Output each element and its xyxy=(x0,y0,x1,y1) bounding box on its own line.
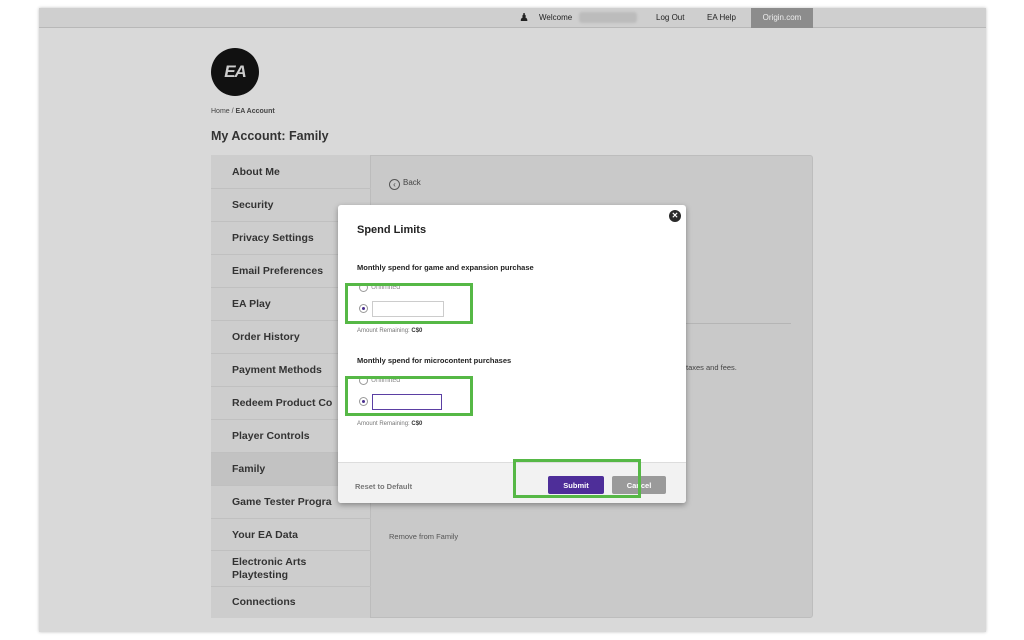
sidebar-item-electronic-arts-playtesting[interactable]: Electronic Arts Playtesting xyxy=(211,551,371,587)
welcome-text: Welcome xyxy=(539,13,573,22)
cancel-button[interactable]: Cancel xyxy=(612,476,666,494)
back-link[interactable]: ‹ Back xyxy=(389,178,421,190)
log-out-link[interactable]: Log Out xyxy=(656,13,684,22)
spend-limits-modal: ✕ Spend Limits Monthly spend for game an… xyxy=(338,205,686,503)
microcontent-custom-radio[interactable] xyxy=(359,397,368,406)
game-unlimited-label: Unlimited xyxy=(371,284,401,291)
sidebar-item-about-me[interactable]: About Me xyxy=(211,155,371,189)
divider xyxy=(679,323,791,324)
submit-button[interactable]: Submit xyxy=(548,476,604,494)
back-label: Back xyxy=(403,178,421,187)
microcontent-remaining-value: C$0 xyxy=(411,421,423,427)
origin-link[interactable]: Origin.com xyxy=(751,8,813,28)
game-custom-radio[interactable] xyxy=(359,304,368,313)
sidebar-item-connections[interactable]: Connections xyxy=(211,587,371,618)
game-remaining-value: C$0 xyxy=(411,328,423,334)
sidebar-item-your-ea-data[interactable]: Your EA Data xyxy=(211,519,371,551)
reset-to-default-link[interactable]: Reset to Default xyxy=(355,482,412,491)
modal-title: Spend Limits xyxy=(357,224,427,236)
close-icon[interactable]: ✕ xyxy=(669,210,681,222)
game-spend-input[interactable] xyxy=(372,301,444,317)
blurred-username xyxy=(579,12,637,23)
breadcrumb: Home / EA Account xyxy=(211,108,275,115)
top-navigation-bar: ♟ Welcome Log Out EA Help Origin.com xyxy=(39,8,986,28)
game-amount-remaining: Amount Remaining: C$0 xyxy=(357,328,422,334)
game-spend-label: Monthly spend for game and expansion pur… xyxy=(357,263,534,272)
microcontent-unlimited-label: Unlimited xyxy=(371,377,401,384)
chevron-left-icon: ‹ xyxy=(389,179,400,190)
microcontent-remaining-label: Amount Remaining: xyxy=(357,421,410,427)
modal-footer: Reset to Default Submit Cancel xyxy=(338,462,686,503)
microcontent-spend-label: Monthly spend for microcontent purchases xyxy=(357,356,512,365)
remove-from-family-link[interactable]: Remove from Family xyxy=(389,532,458,541)
breadcrumb-current: EA Account xyxy=(235,108,275,115)
breadcrumb-home[interactable]: Home xyxy=(211,108,230,115)
microcontent-unlimited-radio[interactable] xyxy=(359,376,368,385)
microcontent-amount-remaining: Amount Remaining: C$0 xyxy=(357,421,422,427)
microcontent-spend-input[interactable] xyxy=(372,394,442,410)
game-unlimited-radio[interactable] xyxy=(359,283,368,292)
ea-logo[interactable]: EA xyxy=(211,48,259,96)
background-text: taxes and fees. xyxy=(686,363,737,372)
browser-page: ♟ Welcome Log Out EA Help Origin.com EA … xyxy=(39,8,986,632)
game-remaining-label: Amount Remaining: xyxy=(357,328,410,334)
page-title: My Account: Family xyxy=(211,129,329,143)
user-icon[interactable]: ♟ xyxy=(517,11,531,25)
ea-help-link[interactable]: EA Help xyxy=(707,13,736,22)
